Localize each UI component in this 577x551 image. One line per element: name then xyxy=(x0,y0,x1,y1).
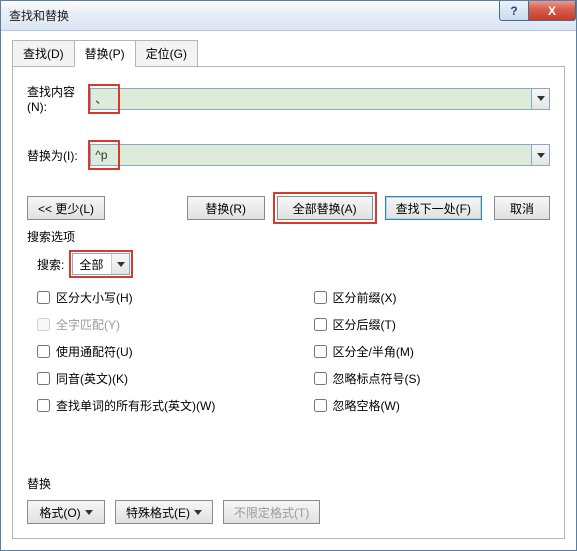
chevron-down-icon xyxy=(537,96,545,101)
search-direction-select[interactable]: 全部 xyxy=(72,253,130,275)
match-suffix-checkbox[interactable]: 区分后缀(T) xyxy=(314,316,551,333)
replace-combo[interactable] xyxy=(90,144,550,166)
tab-find[interactable]: 查找(D) xyxy=(12,40,75,67)
find-next-button[interactable]: 查找下一处(F) xyxy=(385,196,482,220)
find-replace-dialog: 查找和替换 ? X 查找(D) 替换(P) 定位(G) 查找内容(N): xyxy=(0,0,577,551)
find-combo[interactable] xyxy=(90,88,550,110)
tabs: 查找(D) 替换(P) 定位(G) xyxy=(12,39,565,67)
bottom-section: 替换 格式(O) 特殊格式(E) 不限定格式(T) xyxy=(27,471,550,524)
find-input[interactable] xyxy=(90,88,532,110)
less-button[interactable]: << 更少(L) xyxy=(27,196,105,220)
no-format-button: 不限定格式(T) xyxy=(223,500,320,524)
bottom-title: 替换 xyxy=(27,475,550,492)
find-label: 查找内容(N): xyxy=(27,83,90,114)
replace-dropdown-arrow[interactable] xyxy=(532,144,550,166)
search-options-title: 搜索选项 xyxy=(27,228,550,245)
find-row: 查找内容(N): xyxy=(27,83,550,114)
help-button[interactable]: ? xyxy=(499,1,529,21)
titlebar: 查找和替换 ? X xyxy=(1,1,576,31)
replace-button[interactable]: 替换(R) xyxy=(187,196,265,220)
replace-label: 替换为(I): xyxy=(27,147,90,164)
ignore-space-checkbox[interactable]: 忽略空格(W) xyxy=(314,397,551,414)
options-columns: 区分大小写(H) 全字匹配(Y) 使用通配符(U) 同音(英文)(K) 查找单词… xyxy=(27,289,550,414)
ignore-punct-checkbox[interactable]: 忽略标点符号(S) xyxy=(314,370,551,387)
format-button[interactable]: 格式(O) xyxy=(27,500,105,524)
chevron-down-icon xyxy=(117,262,125,267)
search-label: 搜索: xyxy=(37,256,64,273)
replace-all-button[interactable]: 全部替换(A) xyxy=(277,196,373,220)
chevron-down-icon xyxy=(537,153,545,158)
replace-row: 替换为(I): xyxy=(27,144,550,166)
window-buttons: ? X xyxy=(500,1,576,21)
dialog-body: 查找(D) 替换(P) 定位(G) 查找内容(N): 替换为(I): xyxy=(1,31,576,550)
wildcards-checkbox[interactable]: 使用通配符(U) xyxy=(37,343,274,360)
replace-input[interactable] xyxy=(90,144,532,166)
tab-goto[interactable]: 定位(G) xyxy=(135,40,198,67)
whole-word-checkbox: 全字匹配(Y) xyxy=(37,316,274,333)
tab-replace[interactable]: 替换(P) xyxy=(74,40,136,67)
search-direction-value: 全部 xyxy=(73,256,111,273)
match-prefix-checkbox[interactable]: 区分前缀(X) xyxy=(314,289,551,306)
search-direction-row: 搜索: 全部 xyxy=(37,253,550,275)
tab-pane: 查找内容(N): 替换为(I): xyxy=(12,67,565,539)
special-format-button[interactable]: 特殊格式(E) xyxy=(115,500,213,524)
close-button[interactable]: X xyxy=(528,1,576,21)
options-col-left: 区分大小写(H) 全字匹配(Y) 使用通配符(U) 同音(英文)(K) 查找单词… xyxy=(37,289,274,414)
button-row: << 更少(L) 替换(R) 全部替换(A) 查找下一处(F) 取消 xyxy=(27,196,550,220)
all-word-forms-checkbox[interactable]: 查找单词的所有形式(英文)(W) xyxy=(37,397,274,414)
full-half-checkbox[interactable]: 区分全/半角(M) xyxy=(314,343,551,360)
chevron-down-icon xyxy=(194,510,202,515)
cancel-button[interactable]: 取消 xyxy=(494,196,550,220)
sounds-like-checkbox[interactable]: 同音(英文)(K) xyxy=(37,370,274,387)
bottom-buttons: 格式(O) 特殊格式(E) 不限定格式(T) xyxy=(27,500,550,524)
search-direction-arrow[interactable] xyxy=(111,254,129,274)
chevron-down-icon xyxy=(85,510,93,515)
find-dropdown-arrow[interactable] xyxy=(532,88,550,110)
window-title: 查找和替换 xyxy=(9,7,69,24)
match-case-checkbox[interactable]: 区分大小写(H) xyxy=(37,289,274,306)
options-col-right: 区分前缀(X) 区分后缀(T) 区分全/半角(M) 忽略标点符号(S) 忽略空格… xyxy=(314,289,551,414)
